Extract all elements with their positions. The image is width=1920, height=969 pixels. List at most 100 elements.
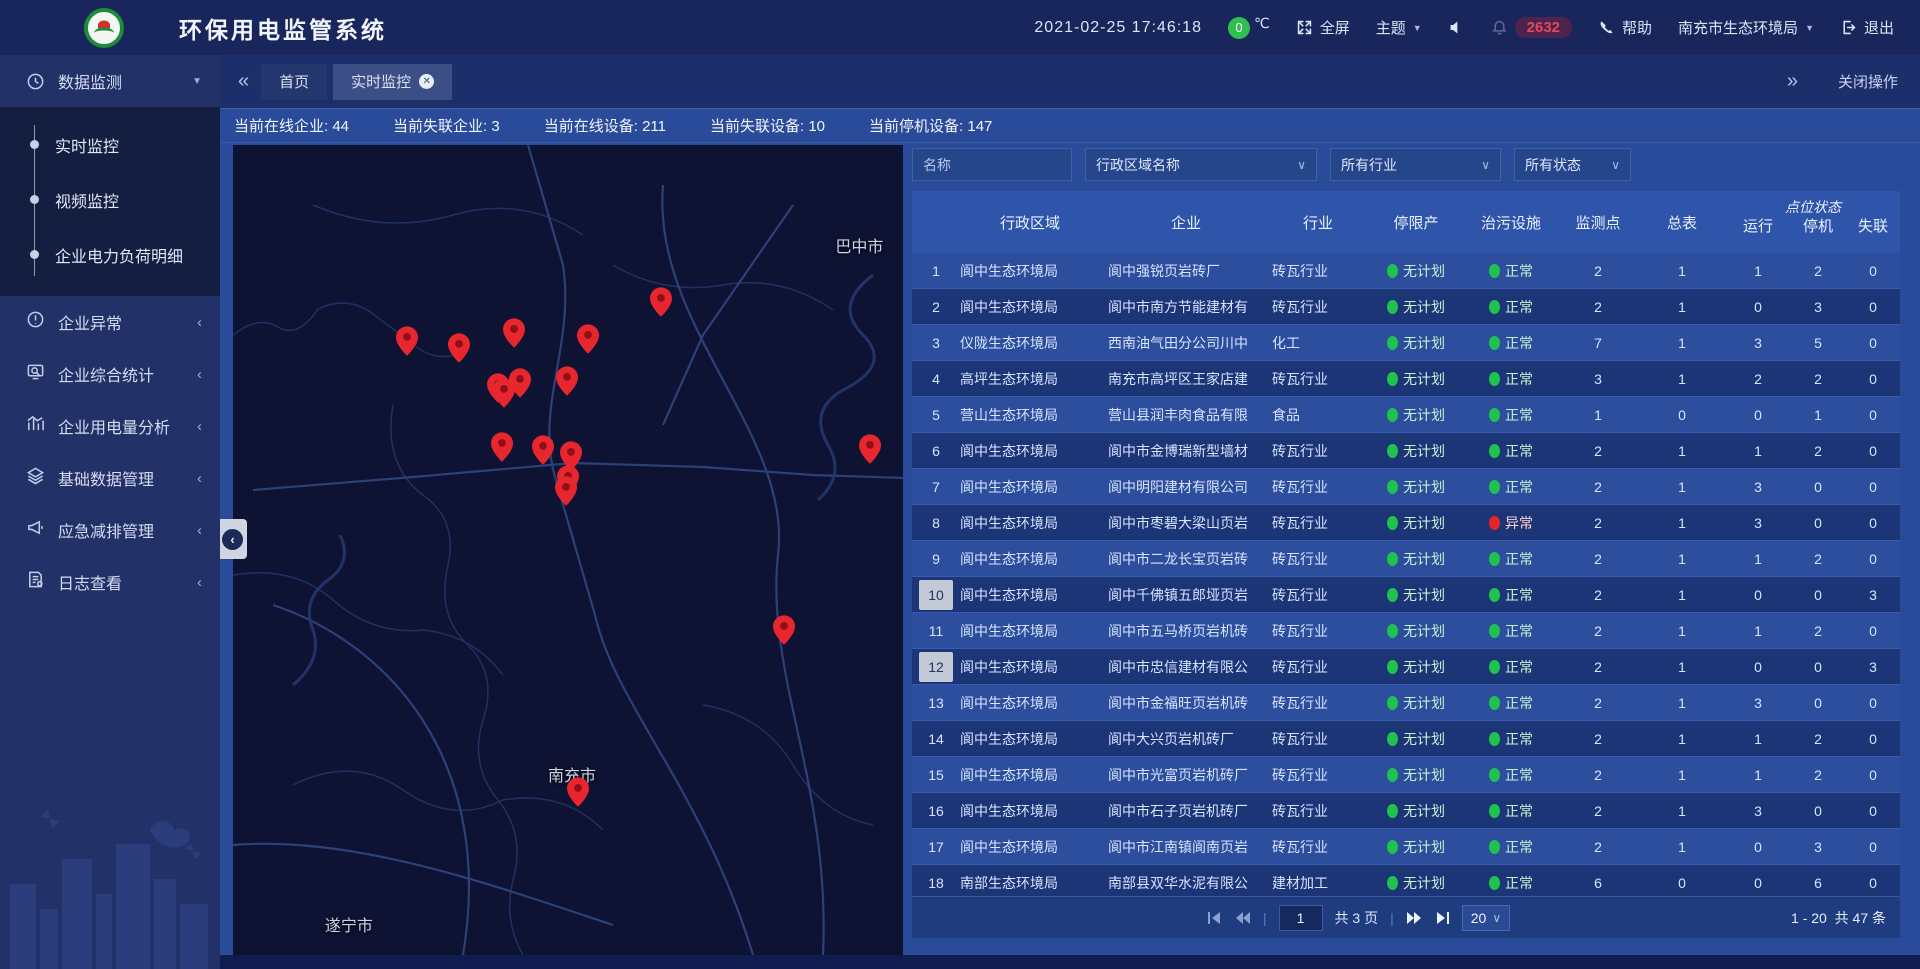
sidebar-item[interactable]: 应急减排管理 ‹	[0, 504, 220, 556]
sidebar-subitem[interactable]: 企业电力负荷明细	[0, 227, 220, 282]
cell-company: 阆中市南方节能建材有	[1104, 297, 1268, 317]
cell-monitor-points: 3	[1558, 371, 1638, 387]
table-row[interactable]: 17 阆中生态环境局 阆中市江南镇阆南页岩 砖瓦行业 无计划 正常 2 1 0 …	[912, 829, 1900, 865]
cell-production-limit: 无计划	[1403, 441, 1445, 461]
cell-region: 阆中生态环境局	[956, 441, 1104, 461]
map-marker-pin-icon[interactable]	[650, 287, 672, 317]
status-dot-icon	[1387, 840, 1398, 854]
map-marker-pin-icon[interactable]	[567, 777, 589, 807]
map-marker-pin-icon[interactable]	[448, 333, 470, 363]
cell-production-limit: 无计划	[1403, 765, 1445, 785]
cell-offline: 0	[1846, 479, 1900, 495]
status-select[interactable]: 所有状态 ∨	[1514, 148, 1631, 181]
stats-bar: 当前在线企业: 44 当前失联企业: 3 当前在线设备: 211 当前	[220, 109, 1920, 143]
tab-label: 首页	[279, 71, 309, 92]
table-row[interactable]: 15 阆中生态环境局 阆中市光富页岩机砖厂 砖瓦行业 无计划 正常 2 1 1 …	[912, 757, 1900, 793]
tab-realtime-monitor[interactable]: 实时监控 ✕	[333, 64, 452, 100]
page-number-input[interactable]	[1279, 905, 1323, 931]
table-row[interactable]: 16 阆中生态环境局 阆中市石子页岩机砖厂 砖瓦行业 无计划 正常 2 1 3 …	[912, 793, 1900, 829]
previous-page-button[interactable]	[1235, 911, 1251, 925]
status-dot-icon	[1387, 696, 1398, 710]
cell-running: 3	[1726, 803, 1790, 819]
map-marker-pin-icon[interactable]	[396, 326, 418, 356]
table-row[interactable]: 9 阆中生态环境局 阆中市二龙长宝页岩砖 砖瓦行业 无计划 正常 2 1 1 2	[912, 541, 1900, 577]
table-row[interactable]: 5 营山生态环境局 营山县润丰肉食品有限 食品 无计划 正常 1 0 0 1 0	[912, 397, 1900, 433]
table-row[interactable]: 2 阆中生态环境局 阆中市南方节能建材有 砖瓦行业 无计划 正常 2 1 0 3	[912, 289, 1900, 325]
table-row[interactable]: 18 南部生态环境局 南部县双华水泥有限公 建材加工 无计划 正常 6 0 0 …	[912, 865, 1900, 896]
close-operations-button[interactable]: 关闭操作	[1838, 71, 1898, 92]
table-row[interactable]: 11 阆中生态环境局 阆中市五马桥页岩机砖 砖瓦行业 无计划 正常 2 1 1 …	[912, 613, 1900, 649]
row-index: 13	[919, 688, 953, 718]
theme-dropdown[interactable]: 主题 ▼	[1376, 17, 1422, 38]
region-select[interactable]: 行政区域名称 ∨	[1085, 148, 1317, 181]
map-marker-pin-icon[interactable]	[503, 318, 525, 348]
table-row[interactable]: 7 阆中生态环境局 阆中明阳建材有限公司 砖瓦行业 无计划 正常 2 1 3 0	[912, 469, 1900, 505]
col-stopped: 停机	[1790, 215, 1846, 236]
org-dropdown[interactable]: 南充市生态环境局 ▼	[1678, 17, 1814, 38]
cell-pollution-facility: 正常	[1505, 657, 1533, 677]
map-marker-pin-icon[interactable]	[577, 324, 599, 354]
cell-offline: 0	[1846, 371, 1900, 387]
map-panel[interactable]: 巴中市 南充市 遂宁市	[233, 145, 903, 955]
notifications[interactable]: 2632	[1491, 17, 1572, 38]
sidebar-item[interactable]: 日志查看 ‹	[0, 556, 220, 608]
chevron-down-icon: ∨	[1611, 158, 1620, 172]
cell-company: 南部县双华水泥有限公	[1104, 873, 1268, 893]
cell-stopped: 2	[1790, 263, 1846, 279]
table-row[interactable]: 4 高坪生态环境局 南充市高坪区王家店建 砖瓦行业 无计划 正常 3 1 2 2	[912, 361, 1900, 397]
page-size-select[interactable]: 20 ∨	[1462, 905, 1510, 931]
cell-pollution-facility: 正常	[1505, 405, 1533, 425]
cell-running: 1	[1726, 263, 1790, 279]
map-marker-pin-icon[interactable]	[491, 432, 513, 462]
table-row[interactable]: 12 阆中生态环境局 阆中市忠信建材有限公 砖瓦行业 无计划 正常 2 1 0 …	[912, 649, 1900, 685]
col-total-meters: 总表	[1638, 212, 1726, 233]
sidebar-collapse-handle[interactable]: ‹	[220, 519, 247, 559]
cell-pollution-facility: 正常	[1505, 333, 1533, 353]
cell-stopped: 1	[1790, 407, 1846, 423]
tabs-scroll-right-button[interactable]: »	[1779, 70, 1804, 93]
industry-select[interactable]: 所有行业 ∨	[1330, 148, 1501, 181]
help-button[interactable]: 帮助	[1598, 17, 1652, 38]
row-index: 14	[919, 724, 953, 754]
next-page-button[interactable]	[1406, 911, 1422, 925]
map-marker-pin-icon[interactable]	[509, 368, 531, 398]
sidebar-subitem[interactable]: 视频监控	[0, 172, 220, 227]
sidebar-subitem[interactable]: 实时监控	[0, 117, 220, 172]
tabs-scroll-left-button[interactable]: «	[230, 70, 255, 93]
cell-stopped: 0	[1790, 587, 1846, 603]
first-page-button[interactable]	[1207, 911, 1223, 925]
tab-home[interactable]: 首页	[261, 64, 327, 100]
map-marker-pin-icon[interactable]	[532, 435, 554, 465]
stat-value: 10	[808, 118, 825, 135]
map-marker-pin-icon[interactable]	[773, 615, 795, 645]
cell-region: 高坪生态环境局	[956, 369, 1104, 389]
logout-button[interactable]: 退出	[1840, 17, 1894, 38]
fullscreen-button[interactable]: 全屏	[1296, 17, 1350, 38]
table-row[interactable]: 13 阆中生态环境局 阆中市金福旺页岩机砖 砖瓦行业 无计划 正常 2 1 3 …	[912, 685, 1900, 721]
cell-running: 1	[1726, 551, 1790, 567]
table-row[interactable]: 8 阆中生态环境局 阆中市枣碧大梁山页岩 砖瓦行业 无计划 异常 2 1 3 0	[912, 505, 1900, 541]
name-search-input[interactable]	[912, 148, 1072, 181]
table-row[interactable]: 14 阆中生态环境局 阆中大兴页岩机砖厂 砖瓦行业 无计划 正常 2 1 1 2	[912, 721, 1900, 757]
tab-close-icon[interactable]: ✕	[419, 74, 434, 89]
sidebar-item[interactable]: 企业异常 ‹	[0, 296, 220, 348]
cell-company: 阆中市江南镇阆南页岩	[1104, 837, 1268, 857]
cell-company: 阆中市金福旺页岩机砖	[1104, 693, 1268, 713]
sidebar-item[interactable]: 企业综合统计 ‹	[0, 348, 220, 400]
table-row[interactable]: 10 阆中生态环境局 阆中千佛镇五郎垭页岩 砖瓦行业 无计划 正常 2 1 0 …	[912, 577, 1900, 613]
map-marker-pin-icon[interactable]	[859, 434, 881, 464]
sidebar-item[interactable]: 基础数据管理 ‹	[0, 452, 220, 504]
sidebar-group-data-monitor[interactable]: 数据监测 ▼	[0, 55, 220, 107]
sidebar-item[interactable]: 企业用电量分析 ‹	[0, 400, 220, 452]
table-row[interactable]: 1 阆中生态环境局 阆中强锐页岩砖厂 砖瓦行业 无计划 正常 2 1 1 2 0	[912, 253, 1900, 289]
cell-production-limit: 无计划	[1403, 405, 1445, 425]
map-marker-pin-icon[interactable]	[556, 366, 578, 396]
map-marker-pin-icon[interactable]	[555, 476, 577, 506]
last-page-button[interactable]	[1434, 911, 1450, 925]
mute-button[interactable]	[1448, 19, 1465, 36]
sidebar-item-label: 日志查看	[58, 570, 184, 594]
row-index: 5	[919, 400, 953, 430]
table-row[interactable]: 6 阆中生态环境局 阆中市金博瑞新型墙材 砖瓦行业 无计划 正常 2 1 1 2	[912, 433, 1900, 469]
table-row[interactable]: 3 仪陇生态环境局 西南油气田分公司川中 化工 无计划 正常 7 1 3 5 0	[912, 325, 1900, 361]
cell-industry: 砖瓦行业	[1268, 477, 1368, 497]
